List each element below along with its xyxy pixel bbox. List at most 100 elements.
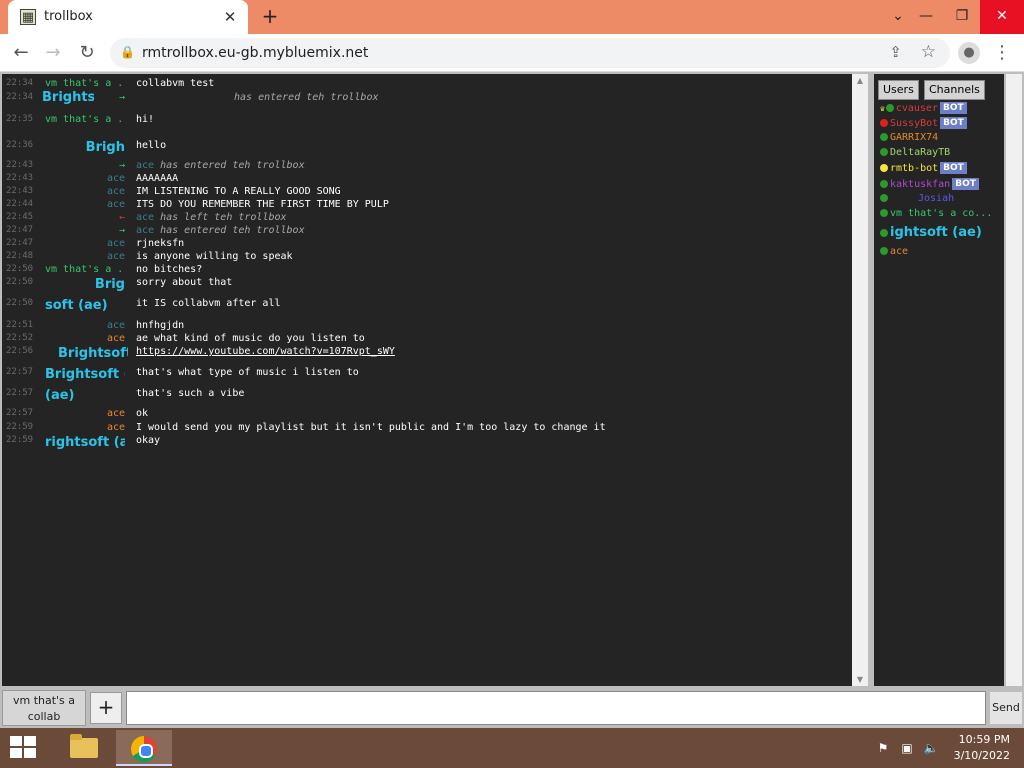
- taskbar: ⚑ ▣ 🔈 10:59 PM 3/10/2022: [0, 728, 1024, 768]
- tab-users[interactable]: Users: [878, 80, 919, 100]
- user-name[interactable]: DeltaRayTB: [890, 147, 950, 158]
- message-nick[interactable]: ace: [45, 320, 125, 331]
- profile-avatar-icon[interactable]: ●: [958, 42, 980, 64]
- message-timestamp: 22:43: [6, 160, 34, 170]
- add-room-button[interactable]: +: [90, 692, 122, 724]
- back-icon[interactable]: ←: [8, 40, 34, 66]
- new-tab-button[interactable]: +: [258, 5, 282, 29]
- user-list-item[interactable]: vm that's a co...: [880, 208, 1004, 222]
- message-nick[interactable]: vm that's a ...: [45, 114, 125, 125]
- chat-message: 22:35 vm that's a ... hi!: [2, 114, 852, 130]
- chat-scrollbar[interactable]: ▲ ▼: [852, 74, 868, 686]
- message-nick[interactable]: vm that's a ...: [45, 264, 125, 275]
- user-name[interactable]: vm that's a co...: [890, 208, 992, 219]
- bookmark-star-icon[interactable]: ☆: [921, 42, 936, 62]
- message-nick[interactable]: (ae): [45, 388, 125, 403]
- message-nick[interactable]: ace: [45, 408, 125, 419]
- message-timestamp: 22:50: [6, 298, 34, 308]
- sidebar-scrollbar[interactable]: [1006, 74, 1022, 686]
- user-name[interactable]: rmtb-bot: [890, 163, 938, 174]
- room-button[interactable]: vm that's a collab: [2, 690, 86, 726]
- crown-icon: ♛: [880, 104, 885, 113]
- message-nick[interactable]: ace: [45, 186, 125, 197]
- network-icon[interactable]: ▣: [898, 740, 916, 756]
- message-body: has entered teh trollbox: [160, 225, 305, 236]
- user-list-item[interactable]: kaktuskfan BOT: [880, 178, 1004, 192]
- join-arrow-icon[interactable]: →: [45, 160, 125, 171]
- user-name[interactable]: ightsoft (ae): [890, 225, 982, 240]
- user-list-item[interactable]: ♛ cvauser BOT: [880, 102, 1004, 116]
- message-nick[interactable]: Brigh: [45, 140, 125, 155]
- user-name[interactable]: SussyBot: [890, 118, 938, 129]
- chat-message: 22:34→Brightsohas entered teh trollbox: [2, 90, 852, 108]
- url-text: rmtrollbox.eu-gb.mybluemix.net: [142, 45, 369, 61]
- message-timestamp: 22:35: [6, 114, 34, 124]
- message-nick[interactable]: ace: [45, 251, 125, 262]
- message-input[interactable]: [126, 691, 986, 725]
- message-nick[interactable]: Brightsoft (a: [45, 367, 125, 382]
- user-name[interactable]: kaktuskfan: [890, 179, 950, 190]
- chat-message: 22:56 Brightsoft https://www.youtube.com/w…: [2, 346, 852, 362]
- join-nick[interactable]: ace: [136, 212, 154, 223]
- user-name[interactable]: ace: [890, 246, 908, 257]
- user-list-item[interactable]: ightsoft (ae): [880, 225, 1004, 240]
- clock-time: 10:59 PM: [958, 733, 1010, 746]
- join-nick[interactable]: ace: [136, 160, 154, 171]
- user-name[interactable]: cvauser: [896, 103, 938, 114]
- scroll-up-icon[interactable]: ▲: [852, 76, 868, 85]
- user-name[interactable]: GARRIX74: [890, 132, 938, 143]
- message-nick[interactable]: ace: [45, 199, 125, 210]
- message-nick[interactable]: ace: [45, 173, 125, 184]
- message-nick[interactable]: vm that's a ...: [45, 78, 125, 89]
- user-list-item[interactable]: ace: [880, 246, 1004, 260]
- message-nick[interactable]: Brig: [45, 277, 125, 292]
- reload-icon[interactable]: ↻: [74, 40, 100, 66]
- message-timestamp: 22:59: [6, 422, 34, 432]
- send-button[interactable]: Send: [990, 692, 1022, 724]
- message-body[interactable]: https://www.youtube.com/watch?v=107Rvpt_…: [136, 346, 395, 357]
- chrome-taskbar-icon[interactable]: [116, 730, 172, 766]
- user-list-item[interactable]: Josiah: [880, 193, 1004, 207]
- message-link[interactable]: https://www.youtube.com/watch?v=107Rvpt_…: [136, 346, 395, 357]
- address-bar[interactable]: 🔒 rmtrollbox.eu-gb.mybluemix.net ⇪ ☆: [110, 38, 950, 68]
- join-nick[interactable]: Brightso: [42, 90, 94, 105]
- chat-log: 22:34 vm that's a ... collabvm test 22:34 → B…: [2, 74, 852, 686]
- tab-trollbox[interactable]: ▦ trollbox ✕: [8, 0, 248, 34]
- user-list-item[interactable]: rmtb-bot BOT: [880, 162, 1004, 176]
- close-icon[interactable]: ✕: [980, 0, 1024, 34]
- join-arrow-icon[interactable]: →: [45, 225, 125, 236]
- chat-message: 22:50 Brig sorry about that: [2, 277, 852, 293]
- file-explorer-icon[interactable]: [58, 730, 106, 766]
- volume-muted-icon[interactable]: 🔈: [922, 740, 940, 756]
- windows-start-icon[interactable]: [10, 736, 38, 760]
- tab-close-icon[interactable]: ✕: [220, 7, 240, 27]
- trollbox-app: 22:34 vm that's a ... collabvm test 22:34 → B…: [0, 72, 1024, 728]
- clock[interactable]: 10:59 PM 3/10/2022: [948, 732, 1010, 764]
- message-nick[interactable]: ace: [45, 422, 125, 433]
- user-list-item[interactable]: SussyBot BOT: [880, 117, 1004, 131]
- lock-icon[interactable]: 🔒: [120, 45, 135, 59]
- message-body: has entered teh trollbox: [234, 92, 379, 103]
- message-text: ace has left teh trollbox: [136, 212, 287, 223]
- user-list-item[interactable]: GARRIX74: [880, 132, 1004, 146]
- chat-message: 22:57 Brightsoft (a that's what type of mu…: [2, 367, 852, 383]
- restore-icon[interactable]: ❐: [944, 0, 980, 34]
- message-nick[interactable]: ace: [45, 333, 125, 344]
- scroll-down-icon[interactable]: ▼: [852, 675, 868, 684]
- flag-icon[interactable]: ⚑: [874, 740, 892, 756]
- message-body: okay: [136, 435, 161, 446]
- message-text: okay: [136, 435, 160, 446]
- message-nick[interactable]: ace: [45, 238, 125, 249]
- forward-icon[interactable]: →: [40, 40, 66, 66]
- message-nick[interactable]: soft (ae): [45, 298, 125, 313]
- tab-channels[interactable]: Channels: [924, 80, 985, 100]
- user-name[interactable]: Josiah: [918, 193, 954, 204]
- user-list-item[interactable]: DeltaRayTB: [880, 147, 1004, 161]
- share-icon[interactable]: ⇪: [889, 43, 902, 61]
- minimize-icon[interactable]: —: [908, 0, 944, 34]
- leave-arrow-icon[interactable]: ←: [45, 212, 125, 223]
- message-nick[interactable]: Brightsoft: [58, 346, 128, 361]
- kebab-menu-icon[interactable]: ⋮: [992, 41, 1012, 65]
- message-nick[interactable]: rightsoft (ae: [45, 435, 125, 450]
- join-nick[interactable]: ace: [136, 225, 154, 236]
